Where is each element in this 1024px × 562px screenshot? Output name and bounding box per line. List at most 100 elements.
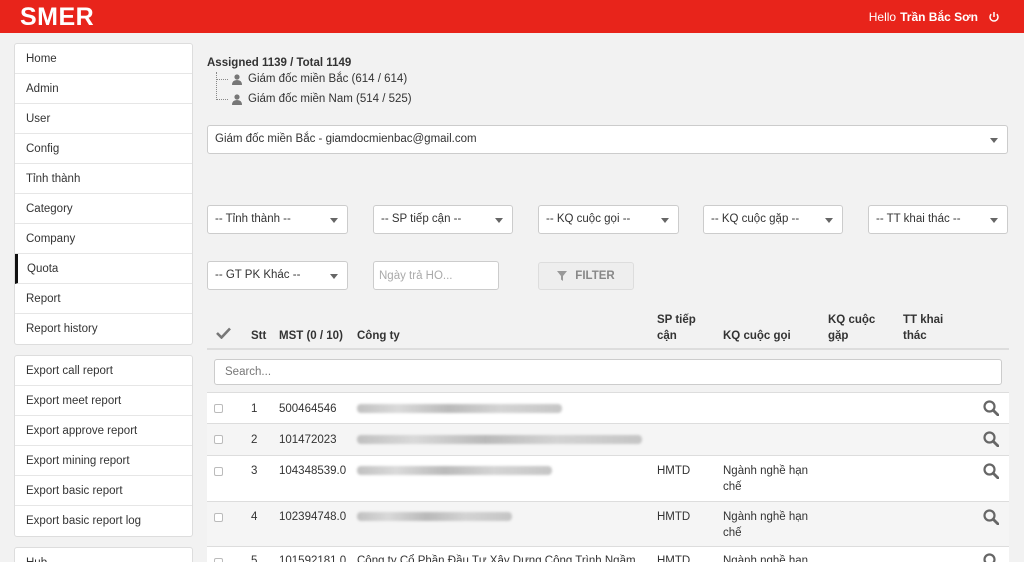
table-row[interactable]: 3 104348539.0 HMTD Ngành nghề hạn chế bbox=[207, 455, 1009, 501]
header-cong-ty[interactable]: Công ty bbox=[357, 328, 400, 344]
search-icon[interactable] bbox=[983, 553, 999, 562]
row-company: Công ty Cổ Phần Đầu Tư Xây Dựng Công Trì… bbox=[357, 555, 636, 562]
greeting-label: Hello bbox=[868, 10, 897, 24]
sidebar-item-user[interactable]: User bbox=[15, 104, 192, 134]
table-row[interactable]: 4 102394748.0 HMTD Ngành nghề hạn chế bbox=[207, 501, 1009, 546]
row-checkbox[interactable] bbox=[214, 467, 223, 476]
sidebar-group-hub: Hub bbox=[14, 547, 193, 562]
header-kq-cuoc-gap[interactable]: KQ cuộc gặp bbox=[828, 312, 875, 344]
header-tt-khai-thac-line2: thác bbox=[903, 330, 927, 342]
row-mst: 104348539.0 bbox=[279, 465, 347, 477]
filter-tt-khai-thac[interactable]: -- TT khai thác -- bbox=[868, 205, 1008, 234]
row-kq-cuoc-goi-line2: chế bbox=[723, 527, 742, 539]
sidebar-item-export-basic-report-log[interactable]: Export basic report log bbox=[15, 506, 192, 536]
search-icon[interactable] bbox=[983, 463, 999, 479]
header-sp-tiep-can-line2: cận bbox=[657, 330, 677, 342]
table-header: Stt MST (0 / 10) Công ty SP tiếp cận KQ … bbox=[207, 310, 1009, 350]
table-row[interactable]: 1 500464546 bbox=[207, 392, 1009, 423]
sidebar-item-company[interactable]: Company bbox=[15, 224, 192, 254]
row-stt: 4 bbox=[251, 511, 258, 523]
sidebar-item-config[interactable]: Config bbox=[15, 134, 192, 164]
search-icon[interactable] bbox=[983, 509, 999, 525]
filter-gt-pk-khac-value: -- GT PK Khác -- bbox=[215, 269, 301, 281]
row-kq-cuoc-goi: Ngành nghề hạn chế bbox=[723, 463, 808, 495]
tree-item-south[interactable]: Giám đốc miền Nam (514 / 525) bbox=[216, 93, 412, 105]
manager-select[interactable]: Giám đốc miền Bắc - giamdocmienbac@gmail… bbox=[207, 125, 1008, 154]
header-tt-khai-thac[interactable]: TT khai thác bbox=[903, 312, 943, 344]
top-bar: SMER Hello Trần Bắc Sơn bbox=[0, 0, 1024, 33]
row-company-redacted bbox=[357, 404, 562, 413]
assigned-summary: Assigned 1139 / Total 1149 bbox=[207, 57, 352, 69]
sidebar-item-export-call-report[interactable]: Export call report bbox=[15, 356, 192, 386]
row-checkbox[interactable] bbox=[214, 513, 223, 522]
sidebar-item-home[interactable]: Home bbox=[15, 44, 192, 74]
filter-kq-cuoc-gap[interactable]: -- KQ cuộc gặp -- bbox=[703, 205, 843, 234]
sidebar-item-report-history[interactable]: Report history bbox=[15, 314, 192, 344]
filter-kq-cuoc-goi-value: -- KQ cuộc gọi -- bbox=[546, 213, 631, 225]
row-stt: 5 bbox=[251, 555, 258, 562]
row-kq-cuoc-goi: Ngành nghề hạn bbox=[723, 555, 809, 562]
sidebar-item-export-basic-report[interactable]: Export basic report bbox=[15, 476, 192, 506]
sidebar-item-report[interactable]: Report bbox=[15, 284, 192, 314]
app-logo[interactable]: SMER bbox=[20, 3, 94, 32]
chevron-down-icon bbox=[661, 218, 669, 223]
chevron-down-icon bbox=[330, 218, 338, 223]
header-kq-cuoc-goi[interactable]: KQ cuộc gọi bbox=[723, 328, 791, 344]
row-sp-tiep-can: HMTD bbox=[657, 511, 691, 523]
row-checkbox[interactable] bbox=[214, 404, 223, 413]
tree-dash bbox=[216, 98, 228, 100]
row-sp-tiep-can: HMTD bbox=[657, 465, 691, 477]
row-mst: 101472023 bbox=[279, 434, 337, 446]
row-kq-cuoc-goi-line2: chế bbox=[723, 481, 742, 493]
user-name[interactable]: Trần Bắc Sơn bbox=[900, 10, 978, 24]
sidebar-item-quota[interactable]: Quota bbox=[15, 254, 192, 284]
filter-kq-cuoc-gap-value: -- KQ cuộc gặp -- bbox=[711, 213, 800, 225]
sidebar: Home Admin User Config Tỉnh thành Catego… bbox=[14, 43, 193, 562]
sidebar-item-export-meet-report[interactable]: Export meet report bbox=[15, 386, 192, 416]
table-row[interactable]: 5 101592181.0 Công ty Cổ Phần Đầu Tư Xây… bbox=[207, 546, 1009, 562]
row-kq-cuoc-goi: Ngành nghề hạn chế bbox=[723, 509, 808, 541]
sidebar-item-tinh-thanh[interactable]: Tỉnh thành bbox=[15, 164, 192, 194]
row-checkbox[interactable] bbox=[214, 435, 223, 444]
header-sp-tiep-can[interactable]: SP tiếp cận bbox=[657, 312, 696, 344]
filter-sp-tiep-can[interactable]: -- SP tiếp cận -- bbox=[373, 205, 513, 234]
sidebar-item-export-mining-report[interactable]: Export mining report bbox=[15, 446, 192, 476]
user-icon bbox=[232, 93, 242, 105]
search-icon[interactable] bbox=[983, 431, 999, 447]
search-icon[interactable] bbox=[983, 400, 999, 416]
header-kq-cuoc-gap-line1: KQ cuộc bbox=[828, 314, 876, 326]
filter-gt-pk-khac[interactable]: -- GT PK Khác -- bbox=[207, 261, 348, 290]
table-search-input[interactable] bbox=[214, 359, 1002, 385]
row-kq-cuoc-goi-line1: Ngành nghề hạn bbox=[723, 511, 809, 523]
header-mst[interactable]: MST (0 / 10) bbox=[279, 328, 343, 344]
date-input[interactable] bbox=[373, 261, 499, 290]
row-mst: 101592181.0 bbox=[279, 555, 347, 562]
check-icon[interactable] bbox=[216, 327, 231, 339]
sidebar-group-main: Home Admin User Config Tỉnh thành Catego… bbox=[14, 43, 193, 345]
tree-item-label: Giám đốc miền Nam (514 / 525) bbox=[248, 93, 412, 105]
tree-item-north[interactable]: Giám đốc miền Bắc (614 / 614) bbox=[216, 73, 407, 85]
row-kq-cuoc-goi-line1: Ngành nghề hạn bbox=[723, 465, 809, 477]
filter-button-label: FILTER bbox=[575, 270, 615, 282]
row-sp-tiep-can: HMTD bbox=[657, 555, 691, 562]
sidebar-item-admin[interactable]: Admin bbox=[15, 74, 192, 104]
sidebar-item-hub[interactable]: Hub bbox=[15, 548, 192, 562]
filter-button[interactable]: FILTER bbox=[538, 262, 634, 290]
row-checkbox[interactable] bbox=[214, 558, 223, 562]
tree-dash bbox=[216, 78, 228, 80]
chevron-down-icon bbox=[990, 218, 998, 223]
tree-item-label: Giám đốc miền Bắc (614 / 614) bbox=[248, 73, 408, 85]
sidebar-item-export-approve-report[interactable]: Export approve report bbox=[15, 416, 192, 446]
power-icon[interactable] bbox=[988, 11, 1000, 23]
table-row[interactable]: 2 101472023 bbox=[207, 423, 1009, 455]
chevron-down-icon bbox=[825, 218, 833, 223]
sidebar-item-category[interactable]: Category bbox=[15, 194, 192, 224]
filter-tinh-thanh[interactable]: -- Tỉnh thành -- bbox=[207, 205, 348, 234]
row-mst: 500464546 bbox=[279, 403, 337, 415]
header-kq-cuoc-gap-line2: gặp bbox=[828, 330, 849, 342]
filter-kq-cuoc-goi[interactable]: -- KQ cuộc gọi -- bbox=[538, 205, 679, 234]
header-stt[interactable]: Stt bbox=[251, 328, 266, 344]
row-stt: 1 bbox=[251, 403, 258, 415]
chevron-down-icon bbox=[330, 274, 338, 279]
row-stt: 3 bbox=[251, 465, 258, 477]
